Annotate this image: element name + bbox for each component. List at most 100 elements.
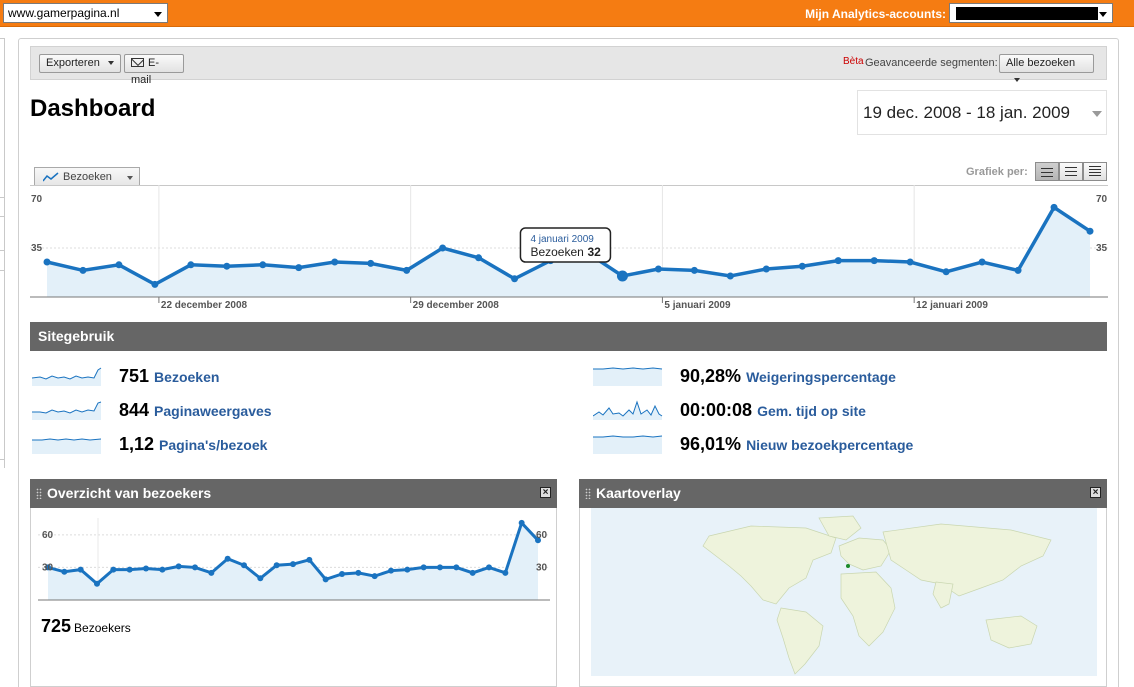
data-point bbox=[339, 570, 345, 577]
data-point bbox=[224, 555, 231, 562]
data-point bbox=[1014, 266, 1022, 274]
data-point bbox=[475, 254, 483, 262]
visits-chart[interactable]: 22 december 2008 29 december 2008 5 januar… bbox=[30, 185, 1108, 315]
y-tick-label-left: 60 bbox=[42, 530, 54, 541]
world-map[interactable] bbox=[591, 508, 1097, 676]
caret-down-icon bbox=[107, 61, 114, 66]
data-point bbox=[511, 275, 519, 283]
tooltip-date: 4 januari 2009 bbox=[530, 234, 594, 245]
y-tick-label-right: 60 bbox=[536, 530, 548, 541]
visitors-label: Bezoekers bbox=[74, 621, 131, 635]
metric-label: Bezoeken bbox=[63, 171, 112, 183]
stat-value: 751 bbox=[119, 366, 150, 386]
stat-link-visits[interactable]: Bezoeken bbox=[154, 369, 219, 385]
x-tick-label: 29 december 2008 bbox=[413, 300, 500, 311]
drag-handle-icon[interactable] bbox=[585, 488, 591, 499]
stat-time-on-site: 00:00:08 Gem. tijd op site bbox=[593, 398, 1093, 422]
stat-link-new-visits[interactable]: Nieuw bezoekpercentage bbox=[746, 437, 913, 453]
sparkline bbox=[32, 438, 102, 454]
tooltip-label: Bezoeken bbox=[530, 245, 583, 259]
data-point bbox=[273, 562, 280, 569]
close-icon[interactable]: × bbox=[540, 487, 551, 498]
sidebar-segment bbox=[0, 216, 5, 251]
export-button[interactable]: Exporteren bbox=[39, 54, 121, 73]
sparkline bbox=[32, 367, 102, 386]
data-point bbox=[690, 266, 698, 274]
data-point bbox=[371, 573, 378, 580]
stat-value: 96,01% bbox=[680, 434, 742, 454]
visitors-widget-header: Overzicht van bezoekers × bbox=[30, 479, 557, 508]
visitors-count: 725 bbox=[41, 616, 72, 636]
map-widget-header: Kaartoverlay × bbox=[579, 479, 1107, 508]
line-chart-icon bbox=[43, 172, 59, 182]
data-point bbox=[94, 580, 100, 587]
sparkline bbox=[593, 435, 663, 454]
data-point bbox=[906, 258, 914, 266]
email-button[interactable]: E-mail bbox=[124, 54, 184, 86]
stat-pages-per-visit: 1,12 Pagina's/bezoek bbox=[32, 432, 532, 456]
date-range-picker[interactable]: 19 dec. 2008 - 18 jan. 2009 bbox=[857, 90, 1107, 135]
stat-value: 1,12 bbox=[119, 434, 155, 454]
close-icon[interactable]: × bbox=[1090, 487, 1101, 498]
visitors-widget-title: Overzicht van bezoekers bbox=[47, 485, 212, 501]
data-point bbox=[126, 566, 133, 573]
data-point bbox=[439, 244, 447, 252]
sidebar-segment bbox=[0, 38, 5, 198]
data-point bbox=[942, 268, 950, 276]
data-point bbox=[322, 576, 329, 583]
stat-link-pages-per-visit[interactable]: Pagina's/bezoek bbox=[159, 437, 267, 453]
site-usage-header: Sitegebruik bbox=[30, 322, 1107, 351]
graph-per-label: Grafiek per: bbox=[966, 166, 1028, 178]
account-select[interactable] bbox=[949, 3, 1113, 23]
data-point bbox=[241, 562, 247, 569]
data-point bbox=[1086, 227, 1094, 235]
visitors-chart[interactable]: 30 30 60 60 bbox=[38, 518, 550, 606]
graph-per-month-button[interactable] bbox=[1083, 162, 1107, 181]
stat-link-time-on-site[interactable]: Gem. tijd op site bbox=[757, 403, 866, 419]
site-select[interactable]: www.gamerpagina.nl bbox=[3, 3, 168, 23]
redacted-account-name bbox=[956, 7, 1098, 20]
data-point bbox=[798, 262, 806, 270]
data-point bbox=[502, 569, 509, 576]
sparkline bbox=[32, 401, 102, 420]
y-tick-label-right: 70 bbox=[1096, 194, 1108, 205]
segments-select[interactable]: Alle bezoeken bbox=[999, 54, 1094, 83]
graph-per-week-button[interactable] bbox=[1059, 162, 1083, 181]
data-point bbox=[159, 566, 166, 573]
data-point bbox=[79, 266, 87, 274]
data-point bbox=[420, 564, 427, 571]
y-tick-label-left: 30 bbox=[42, 562, 54, 573]
segments-label: Geavanceerde segmenten: bbox=[865, 57, 998, 69]
data-point bbox=[870, 257, 878, 265]
map-widget-title: Kaartoverlay bbox=[596, 485, 681, 501]
accounts-label: Mijn Analytics-accounts: bbox=[805, 7, 946, 21]
data-point bbox=[388, 567, 394, 574]
stat-link-pageviews[interactable]: Paginaweergaves bbox=[154, 403, 272, 419]
stat-visits: 751 Bezoeken bbox=[32, 364, 532, 388]
drag-handle-icon[interactable] bbox=[36, 488, 42, 499]
metric-select[interactable]: Bezoeken bbox=[34, 167, 140, 186]
data-point bbox=[518, 519, 525, 526]
y-tick-label-right: 35 bbox=[1096, 243, 1108, 254]
data-point bbox=[367, 259, 375, 267]
segments-value: Alle bezoeken bbox=[1006, 57, 1076, 69]
date-range-value: 19 dec. 2008 - 18 jan. 2009 bbox=[863, 103, 1070, 122]
stat-value: 844 bbox=[119, 400, 150, 420]
stat-new-visits: 96,01% Nieuw bezoekpercentage bbox=[593, 432, 1093, 456]
data-point bbox=[403, 266, 411, 274]
visitors-summary: 725 Bezoekers bbox=[41, 616, 131, 637]
data-point bbox=[726, 272, 734, 280]
data-point bbox=[331, 258, 339, 266]
chevron-down-icon bbox=[1092, 111, 1102, 117]
x-tick-label: 12 januari 2009 bbox=[916, 300, 988, 311]
data-point bbox=[654, 265, 662, 273]
toolbar: Exporteren E-mail Bèta Geavanceerde segm… bbox=[30, 46, 1107, 86]
data-point bbox=[187, 261, 195, 269]
data-point bbox=[61, 568, 68, 575]
y-tick-label-left: 35 bbox=[31, 243, 43, 254]
envelope-icon bbox=[131, 58, 144, 67]
stat-link-bounce-rate[interactable]: Weigeringspercentage bbox=[746, 369, 896, 385]
graph-per-day-button[interactable] bbox=[1035, 162, 1059, 181]
caret-down-icon bbox=[127, 176, 133, 180]
data-point bbox=[223, 262, 231, 270]
